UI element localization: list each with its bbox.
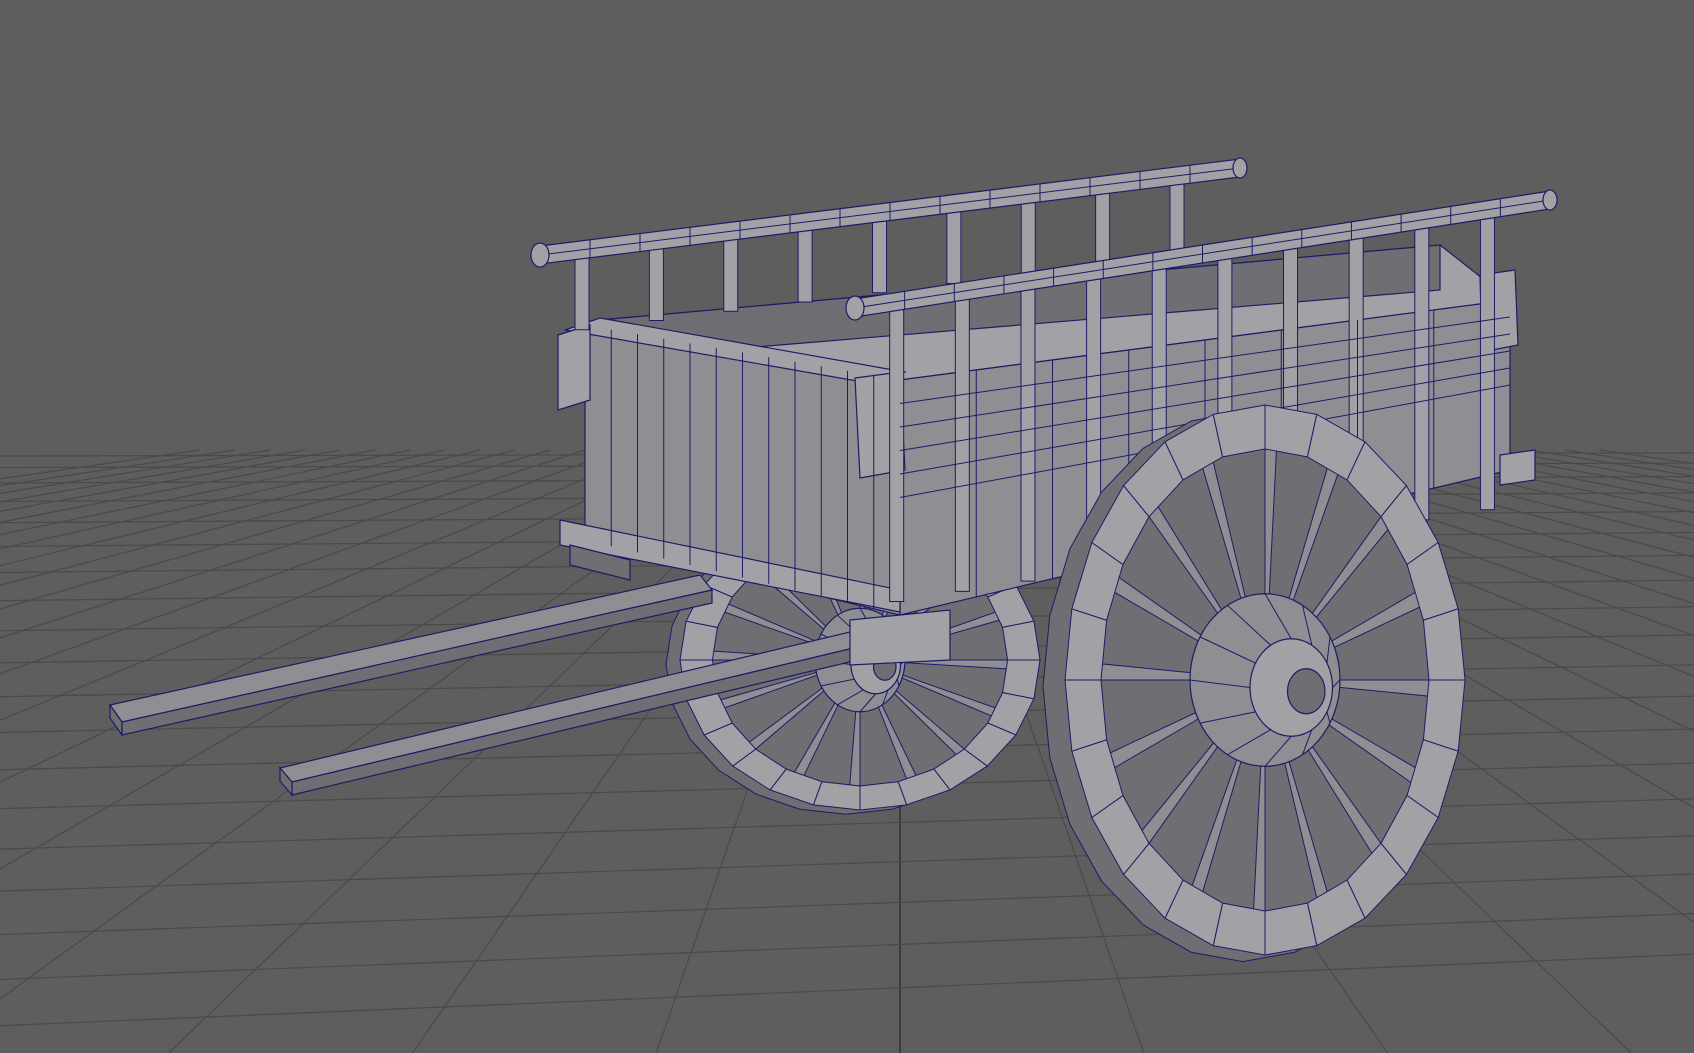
- viewport-scene[interactable]: [0, 0, 1694, 1053]
- cart-wheel-front[interactable]: [1042, 404, 1466, 963]
- maya-3d-viewport[interactable]: [0, 0, 1694, 1053]
- cart-mesh[interactable]: [108, 157, 1558, 963]
